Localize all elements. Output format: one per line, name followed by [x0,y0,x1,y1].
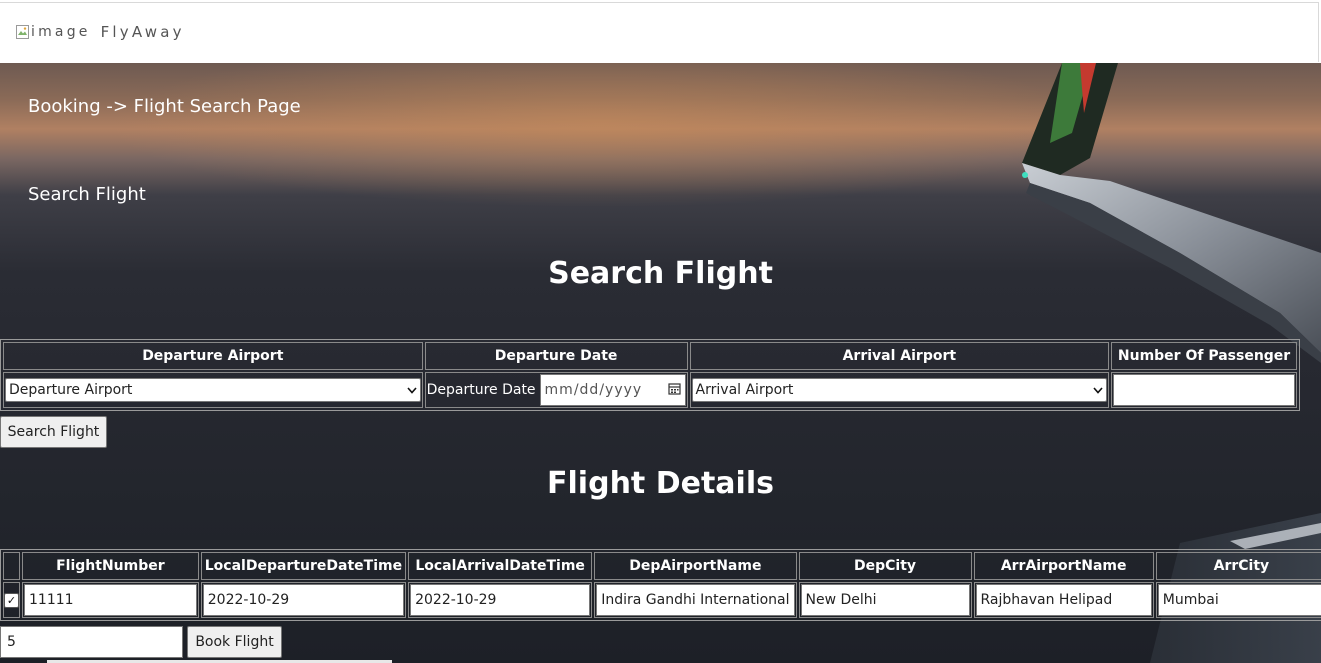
col-dep-airport-name: DepAirportName [594,552,797,580]
chevron-down-icon [406,382,417,398]
departure-datetime-field[interactable]: 2022-10-29 [202,584,405,616]
breadcrumb: Booking -> Flight Search Page [28,96,301,117]
flight-number-field[interactable]: 11111 [24,584,197,616]
arrival-datetime-field[interactable]: 2022-10-29 [410,584,591,616]
col-arrival-airport: Arrival Airport [689,342,1110,370]
departure-airport-cell: Departure Airport [3,372,423,408]
broken-image-icon [16,25,29,39]
table-cell: Rajbhavan Helipad [973,582,1154,618]
col-arr-airport-name: ArrAirportName [973,552,1154,580]
departure-date-label: Departure Date [426,382,536,398]
booking-quantity-input[interactable]: 5 [0,626,183,658]
navbar: image FlyAway [0,2,1319,62]
date-placeholder: mm/dd/yyyy [544,382,643,398]
col-local-arrival: LocalArrivalDateTime [408,552,593,580]
row-select-cell: ✓ [3,582,20,618]
brand[interactable]: image FlyAway [16,23,185,41]
search-form-table: Departure Airport Departure Date Arrival… [0,339,1300,411]
arrival-airport-select[interactable]: Arrival Airport [691,378,1108,402]
checkbox-icon[interactable]: ✓ [4,592,19,608]
logo-alt-text: image [31,24,91,40]
flight-details-table: FlightNumber LocalDepartureDateTime Loca… [0,549,1321,621]
dep-airport-name-field[interactable]: Indira Gandhi International [596,584,795,616]
col-departure-airport: Departure Airport [3,342,423,370]
col-flight-number: FlightNumber [22,552,199,580]
col-number-of-passenger: Number Of Passenger [1111,342,1297,370]
dep-city-field[interactable]: New Delhi [800,584,970,616]
passengers-cell [1111,372,1297,408]
col-local-departure: LocalDepartureDateTime [200,552,407,580]
departure-date-input[interactable]: mm/dd/yyyy [539,374,686,406]
calendar-icon[interactable] [667,382,681,399]
table-cell: New Delhi [798,582,972,618]
departure-airport-value: Departure Airport [9,382,133,398]
chevron-down-icon [1093,382,1103,398]
arrival-airport-value: Arrival Airport [695,382,794,398]
arr-airport-name-field[interactable]: Rajbhavan Helipad [975,584,1152,616]
search-title: Search Flight [548,256,773,291]
flight-details-title: Flight Details [547,466,774,501]
table-cell: 2022-10-29 [200,582,407,618]
table-row: ✓ 11111 2022-10-29 2022-10-29 Indira Gan… [3,582,1321,618]
col-dep-city: DepCity [798,552,972,580]
table-cell: Indira Gandhi International [594,582,797,618]
col-arr-city: ArrCity [1155,552,1321,580]
departure-airport-select[interactable]: Departure Airport [5,378,421,402]
brand-name: FlyAway [100,23,185,41]
hero-section: Booking -> Flight Search Page Search Fli… [0,63,1321,663]
passengers-input[interactable] [1113,374,1295,406]
col-departure-date: Departure Date [424,342,688,370]
arr-city-field[interactable]: Mumbai [1157,584,1321,616]
section-subheading: Search Flight [28,184,146,205]
book-flight-button[interactable]: Book Flight [187,626,282,658]
search-flight-button[interactable]: Search Flight [0,416,107,448]
table-cell: 2022-10-29 [408,582,593,618]
table-cell: 11111 [22,582,199,618]
table-cell: Mumbai [1155,582,1321,618]
arrival-airport-cell: Arrival Airport [689,372,1110,408]
departure-date-cell: Departure Date mm/dd/yyyy [424,372,688,408]
page: image FlyAway Booking -> Flight Search P… [0,0,1321,663]
col-select [3,552,20,580]
